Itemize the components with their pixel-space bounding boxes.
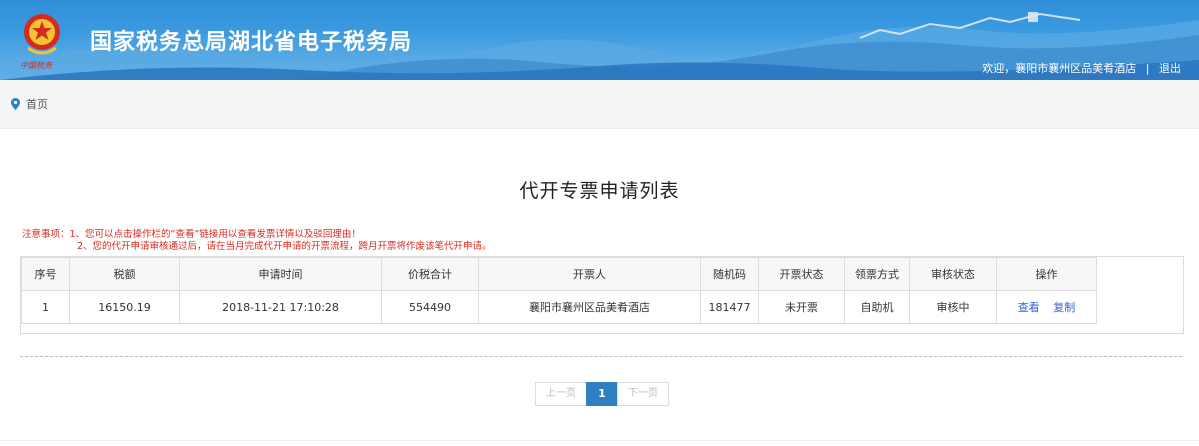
user-bar: 欢迎，襄阳市襄州区品美肴酒店 | 退出 xyxy=(982,60,1181,76)
site-title: 国家税务总局湖北省电子税务局 xyxy=(90,30,413,55)
view-link[interactable]: 查看 xyxy=(1018,301,1040,314)
cell-total: 554490 xyxy=(381,290,479,324)
col-header-total: 价税合计 xyxy=(381,257,479,291)
page-title: 代开专票申请列表 xyxy=(519,180,680,202)
copy-link[interactable]: 复制 xyxy=(1053,301,1075,314)
notice-line-1: 注意事项：1、您可以点击操作栏的“查看”链接用以查看发票详情以及驳回理由！ xyxy=(22,229,361,240)
table-header-row: 序号 税额 申请时间 价税合计 开票人 随机码 开票状态 领票方式 审核状态 操… xyxy=(21,257,1097,291)
notice-line-2: 2、您的代开申请审核通过后，请在当月完成代开申请的开票流程，跨月开票将作废该笔代… xyxy=(77,241,492,252)
site-header: 中国税务 国家税务总局湖北省电子税务局 欢迎，襄阳市襄州区品美肴酒店 | 退出 xyxy=(0,0,1199,80)
cell-issuer: 襄阳市襄州区品美肴酒店 xyxy=(478,290,701,324)
breadcrumb-home[interactable]: 首页 xyxy=(26,96,48,112)
col-header-index: 序号 xyxy=(21,257,70,291)
col-header-tax: 税额 xyxy=(69,257,180,291)
next-page-button[interactable]: 下一页 xyxy=(617,382,669,406)
application-table-container: 序号 税额 申请时间 价税合计 开票人 随机码 开票状态 领票方式 审核状态 操… xyxy=(20,256,1184,334)
cell-review-status: 审核中 xyxy=(909,290,997,324)
section-divider xyxy=(20,356,1182,357)
breadcrumb: 首页 xyxy=(0,80,1199,129)
table-row: 1 16150.19 2018-11-21 17:10:28 554490 襄阳… xyxy=(21,290,1097,324)
col-header-random-code: 随机码 xyxy=(700,257,759,291)
col-header-actions: 操作 xyxy=(996,257,1097,291)
cell-time: 2018-11-21 17:10:28 xyxy=(179,290,382,324)
current-page-button[interactable]: 1 xyxy=(586,382,618,406)
col-header-pickup-method: 领票方式 xyxy=(844,257,910,291)
prev-page-button[interactable]: 上一页 xyxy=(535,382,587,406)
cell-pickup-method: 自助机 xyxy=(844,290,910,324)
welcome-text: 欢迎，襄阳市襄州区品美肴酒店 xyxy=(982,62,1137,75)
national-emblem-icon xyxy=(24,14,60,55)
col-header-invoice-status: 开票状态 xyxy=(758,257,845,291)
col-header-issuer: 开票人 xyxy=(478,257,701,291)
cell-invoice-status: 未开票 xyxy=(758,290,845,324)
cell-index: 1 xyxy=(21,290,70,324)
footer-divider xyxy=(0,440,1199,441)
application-table: 序号 税额 申请时间 价税合计 开票人 随机码 开票状态 领票方式 审核状态 操… xyxy=(21,257,1097,324)
emblem-caption: 中国税务 xyxy=(20,61,52,70)
notice-text: 注意事项：1、您可以点击操作栏的“查看”链接用以查看发票详情以及驳回理由！ 2、… xyxy=(22,229,492,253)
col-header-time: 申请时间 xyxy=(179,257,382,291)
cell-actions: 查看 复制 xyxy=(996,290,1097,324)
cell-tax: 16150.19 xyxy=(69,290,180,324)
col-header-review-status: 审核状态 xyxy=(909,257,997,291)
user-bar-separator: | xyxy=(1145,62,1150,75)
location-pin-icon xyxy=(11,98,20,110)
cell-random-code: 181477 xyxy=(700,290,759,324)
logout-link[interactable]: 退出 xyxy=(1159,62,1181,75)
